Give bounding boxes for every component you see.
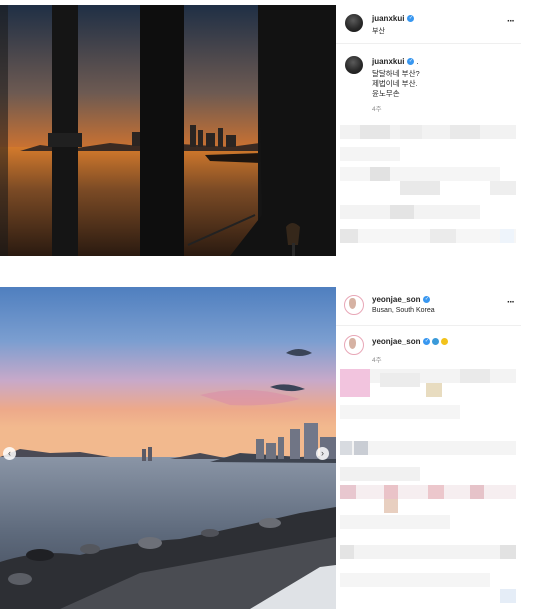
post-1-header: juanxkui ✓ 부산 ··· bbox=[336, 5, 521, 44]
yellow-circle-emoji-icon bbox=[441, 338, 449, 346]
carousel-next-button[interactable]: › bbox=[316, 447, 329, 460]
caption-suffix: . bbox=[416, 57, 419, 66]
verified-badge-icon: ✓ bbox=[407, 15, 415, 23]
post-2-side-panel: yeonjae_son ✓ Busan, South Korea ··· yeon… bbox=[336, 287, 521, 609]
caption-username-link[interactable]: juanxkui ✓. bbox=[372, 57, 419, 66]
caption-avatar[interactable] bbox=[344, 335, 364, 355]
post-1-side-panel: juanxkui ✓ 부산 ··· juanxkui ✓. 달달하네 부산? 제법이… bbox=[336, 5, 521, 256]
verified-badge-icon: ✓ bbox=[407, 58, 415, 66]
post-2-header: yeonjae_son ✓ Busan, South Korea ··· bbox=[336, 287, 521, 326]
blue-circle-emoji-icon bbox=[432, 338, 440, 346]
sunset-window-photo[interactable] bbox=[0, 5, 336, 256]
sunset-window-image bbox=[0, 5, 336, 256]
caption-avatar[interactable] bbox=[345, 56, 363, 74]
location-link[interactable]: 부산 bbox=[372, 26, 385, 36]
verified-badge-icon: ✓ bbox=[423, 338, 431, 346]
instagram-post-1: juanxkui ✓ 부산 ··· juanxkui ✓. 달달하네 부산? 제법이… bbox=[0, 5, 521, 256]
location-link[interactable]: Busan, South Korea bbox=[372, 307, 435, 314]
caption-username-link[interactable]: yeonjae_son ✓ bbox=[372, 337, 449, 346]
post-time: 4주 bbox=[372, 357, 382, 364]
busan-coast-image bbox=[0, 287, 336, 609]
username-link[interactable]: yeonjae_son ✓ bbox=[372, 295, 431, 304]
busan-coast-photo[interactable]: ‹ › bbox=[0, 287, 336, 609]
username-link[interactable]: juanxkui ✓ bbox=[372, 14, 415, 23]
avatar[interactable] bbox=[345, 14, 363, 32]
avatar[interactable] bbox=[344, 295, 364, 315]
caption-line-3: 윤노무손 bbox=[372, 89, 400, 98]
blurred-comments bbox=[340, 123, 516, 253]
instagram-post-2: ‹ › yeonjae_son ✓ Busan, South Korea ··· … bbox=[0, 287, 521, 609]
verified-badge-icon: ✓ bbox=[423, 296, 431, 304]
blurred-comments bbox=[340, 369, 516, 607]
more-options-button[interactable]: ··· bbox=[507, 16, 515, 27]
carousel-prev-button[interactable]: ‹ bbox=[3, 447, 16, 460]
more-options-button[interactable]: ··· bbox=[507, 297, 515, 308]
post-time: 4주 bbox=[372, 106, 382, 113]
